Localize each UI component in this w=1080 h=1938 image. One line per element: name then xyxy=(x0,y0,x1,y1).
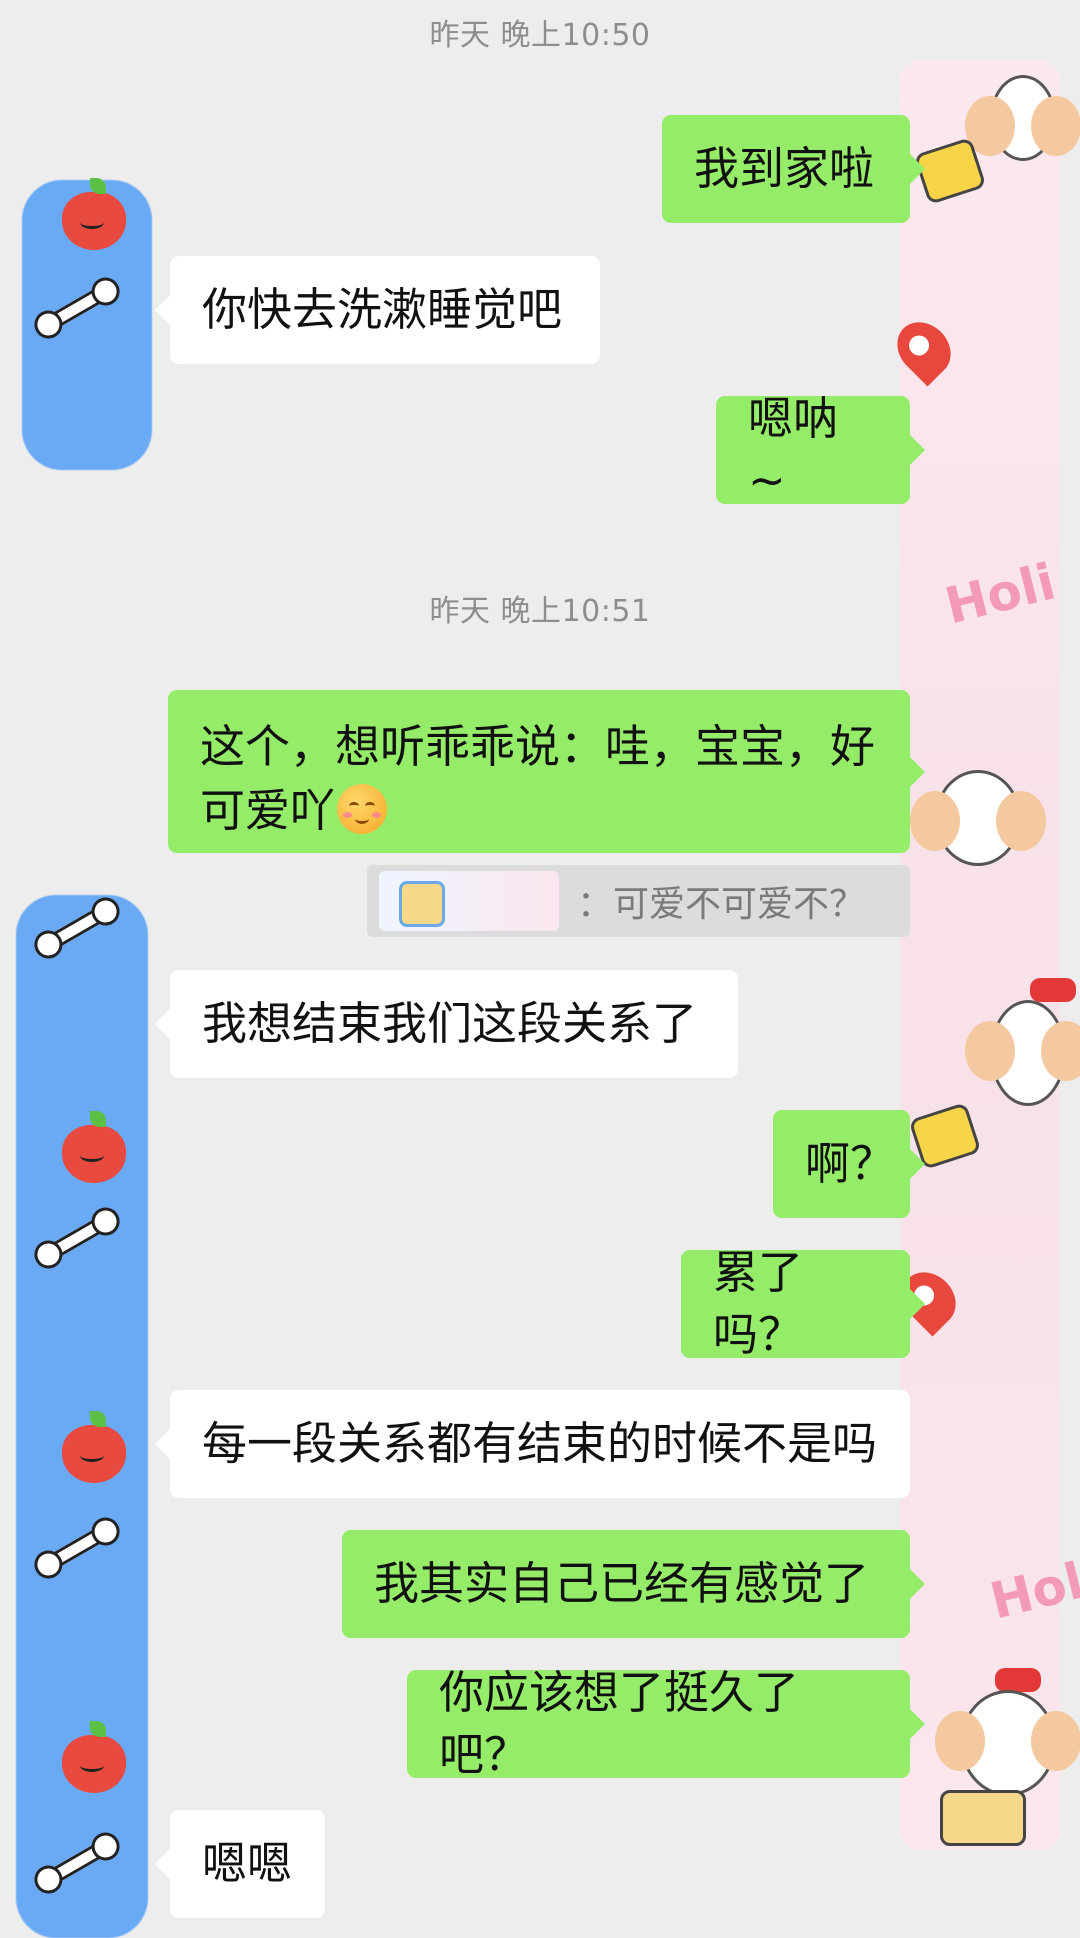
message-bubble-incoming[interactable]: 你快去洗漱睡觉吧 xyxy=(155,256,600,364)
message-text: 嗯呐 ~ xyxy=(748,392,839,507)
message-text: 每一段关系都有结束的时候不是吗 xyxy=(202,1417,878,1470)
message-text: 我其实自己已经有感觉了 xyxy=(374,1557,870,1610)
message-bubble-outgoing[interactable]: 嗯呐 ~ xyxy=(716,392,925,507)
message-text-line-2: 可爱吖 xyxy=(200,784,336,837)
message-text: 你快去洗漱睡觉吧 xyxy=(202,283,563,336)
quoted-text: ：可爱不可爱不？ xyxy=(577,884,866,925)
camera-sticker xyxy=(940,1790,1026,1846)
message-text: 我想结束我们这段关系了 xyxy=(202,997,698,1050)
message-bubble-outgoing[interactable]: 啊？ xyxy=(773,1110,925,1218)
dog-sticker xyxy=(965,1000,1080,1106)
message-text: 累了吗？ xyxy=(713,1246,804,1361)
message-text: 我到家啦 xyxy=(694,142,875,195)
bow-icon xyxy=(1030,978,1076,1002)
dog-sticker xyxy=(910,770,1046,866)
message-bubble-outgoing[interactable]: 我到家啦 xyxy=(662,115,925,223)
message-text-line-1: 这个，想听乖乖说：哇，宝宝，好 xyxy=(200,720,876,773)
apple-icon xyxy=(62,1111,126,1183)
message-bubble-incoming[interactable]: 我想结束我们这段关系了 xyxy=(155,970,738,1078)
message-bubble-outgoing[interactable]: 这个，想听乖乖说：哇，宝宝，好 可爱吖 xyxy=(168,690,925,853)
bow-icon xyxy=(995,1668,1041,1692)
smiling-emoji-icon xyxy=(337,784,388,834)
dog-sticker xyxy=(935,1690,1080,1796)
apple-icon xyxy=(62,1721,126,1793)
message-text: 啊？ xyxy=(805,1137,896,1190)
message-bubble-outgoing[interactable]: 你应该想了挺久了吧？ xyxy=(407,1666,925,1781)
quoted-sticker-thumbnail xyxy=(379,871,559,931)
dog-sticker xyxy=(965,75,1080,161)
timestamp: 昨天 晚上10:51 xyxy=(429,594,651,629)
quoted-reply[interactable]: ：可爱不可爱不？ xyxy=(367,865,910,937)
timestamp: 昨天 晚上10:50 xyxy=(429,18,651,53)
message-bubble-outgoing[interactable]: 我其实自己已经有感觉了 xyxy=(342,1530,925,1638)
message-text: 你应该想了挺久了吧？ xyxy=(439,1666,800,1781)
message-bubble-incoming[interactable]: 嗯嗯 xyxy=(155,1810,325,1918)
apple-icon xyxy=(62,178,126,250)
message-text: 嗯嗯 xyxy=(202,1837,293,1890)
message-bubble-incoming[interactable]: 每一段关系都有结束的时候不是吗 xyxy=(155,1390,910,1498)
message-bubble-outgoing[interactable]: 累了吗？ xyxy=(681,1246,925,1361)
apple-icon xyxy=(62,1411,126,1483)
